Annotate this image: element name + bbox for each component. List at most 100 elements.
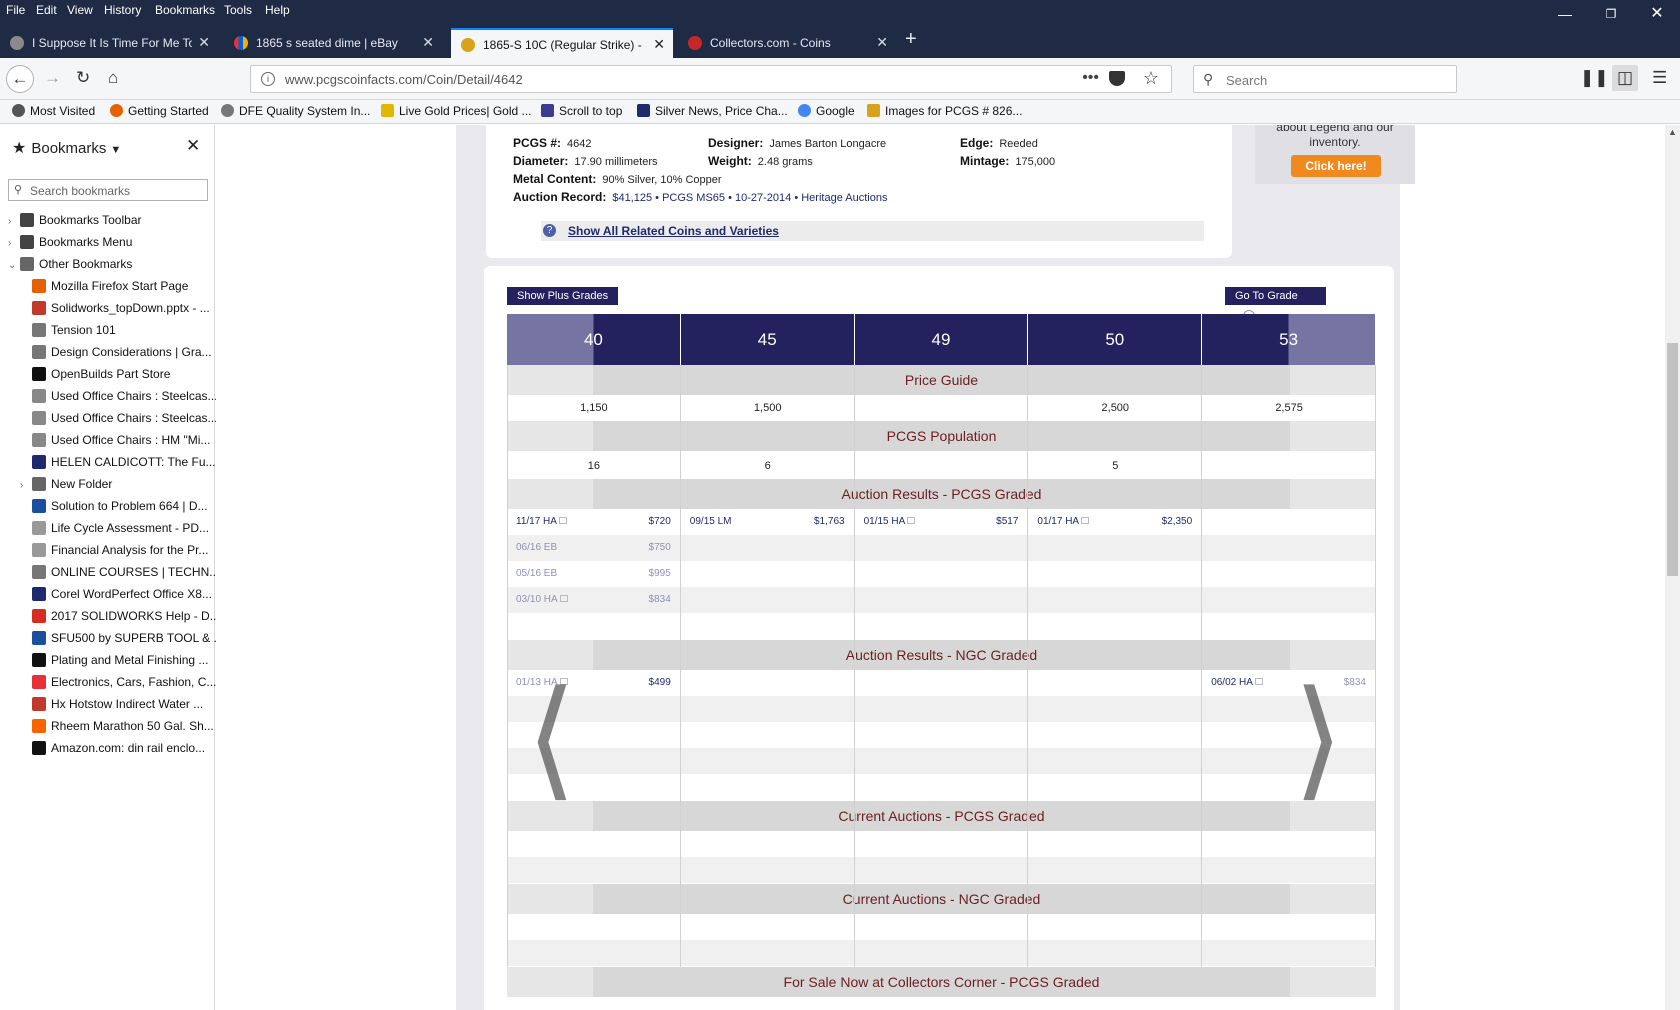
bookmarks-search-input[interactable]: ⚲ Search bookmarks bbox=[8, 179, 208, 201]
bookmark-item[interactable]: Used Office Chairs : Steelcas... bbox=[20, 389, 220, 411]
tab-2[interactable]: 1865 s seated dime | eBay ✕ bbox=[224, 28, 442, 58]
home-icon[interactable]: ⌂ bbox=[108, 68, 118, 88]
bookmark-item[interactable]: Solidworks_topDown.pptx - ... bbox=[20, 301, 220, 323]
pocket-icon[interactable] bbox=[1109, 71, 1125, 86]
population-value[interactable] bbox=[1202, 453, 1376, 479]
population-value[interactable] bbox=[855, 453, 1029, 479]
menu-file[interactable]: File bbox=[6, 3, 25, 17]
bookmark-scroll-to-top[interactable]: Scroll to top bbox=[541, 104, 622, 118]
auction-result-price[interactable]: $517 bbox=[948, 509, 1018, 535]
tab-4[interactable]: Collectors.com - Coins ✕ bbox=[678, 28, 896, 58]
auction-result-date[interactable]: 06/16 EB bbox=[516, 535, 557, 561]
library-icon[interactable]: ❚❚ bbox=[1580, 68, 1609, 88]
url-text[interactable]: www.pcgscoinfacts.com/Coin/Detail/4642 bbox=[285, 72, 523, 87]
menu-bookmarks[interactable]: Bookmarks bbox=[155, 3, 215, 17]
related-coins-link[interactable]: Show All Related Coins and Varieties bbox=[568, 224, 779, 238]
auction-result-price[interactable]: $750 bbox=[601, 535, 671, 561]
scroll-up-icon[interactable]: ▲ bbox=[1668, 127, 1677, 137]
grade-header-45[interactable]: 45 bbox=[680, 314, 854, 365]
bookmark-item[interactable]: Used Office Chairs : Steelcas... bbox=[20, 411, 220, 433]
bookmark-item[interactable]: Corel WordPerfect Office X8... bbox=[20, 587, 220, 609]
auction-result-price[interactable]: $995 bbox=[601, 561, 671, 587]
go-to-grade-dropdown[interactable]: Go To Grade▼ bbox=[1225, 287, 1326, 322]
external-link-icon[interactable] bbox=[558, 517, 567, 524]
bookmark-item[interactable]: Tension 101 bbox=[20, 323, 220, 345]
bookmark-item[interactable]: Solution to Problem 664 | D... bbox=[20, 499, 220, 521]
auction-result-date[interactable]: 05/16 EB bbox=[516, 561, 557, 587]
auction-result-date[interactable]: 01/17 HA bbox=[1037, 509, 1090, 535]
bookmark-item[interactable]: Design Considerations | Gra... bbox=[20, 345, 220, 367]
auction-result-price[interactable]: $499 bbox=[601, 670, 671, 696]
auction-result-date[interactable]: 03/10 HA bbox=[516, 587, 568, 613]
twisty-icon[interactable]: ⌄ bbox=[8, 260, 20, 271]
auction-result-price[interactable]: $1,763 bbox=[775, 509, 845, 535]
menu-view[interactable]: View bbox=[67, 3, 93, 17]
auction-result-date[interactable]: 09/15 LM bbox=[690, 509, 732, 535]
grade-header-50[interactable]: 50 bbox=[1028, 314, 1202, 365]
bookmark-images-pcgs[interactable]: Images for PCGS # 826... bbox=[867, 104, 1022, 118]
grade-header-49[interactable]: 49 bbox=[854, 314, 1028, 365]
external-link-icon[interactable] bbox=[559, 595, 568, 602]
bookmark-item[interactable]: › Bookmarks Toolbar bbox=[8, 213, 208, 235]
new-tab-icon[interactable]: + bbox=[905, 28, 917, 51]
auction-result-date[interactable]: 01/15 HA bbox=[864, 509, 916, 535]
search-bar[interactable]: ⚲ Search bbox=[1193, 65, 1457, 93]
show-plus-grades-button[interactable]: Show Plus Grades bbox=[507, 287, 619, 305]
menu-tools[interactable]: Tools bbox=[224, 3, 252, 17]
bookmark-item[interactable]: Life Cycle Assessment - PD... bbox=[20, 521, 220, 543]
click-here-button[interactable]: Click here! bbox=[1291, 155, 1381, 177]
external-link-icon[interactable] bbox=[1081, 517, 1090, 524]
reload-icon[interactable]: ↻ bbox=[76, 68, 90, 88]
page-actions-icon[interactable]: ••• bbox=[1082, 69, 1099, 87]
bookmark-item[interactable]: Mozilla Firefox Start Page bbox=[20, 279, 220, 301]
forward-icon[interactable]: → bbox=[44, 68, 61, 88]
sidebar-toggle-icon[interactable]: ◫ bbox=[1612, 65, 1638, 91]
scroll-left-arrow-icon[interactable]: ⟨ bbox=[526, 673, 577, 803]
bookmark-item[interactable]: OpenBuilds Part Store bbox=[20, 367, 220, 389]
tab-1[interactable]: I Suppose It Is Time For Me To ✕ bbox=[0, 28, 218, 58]
bookmark-silver-news[interactable]: Silver News, Price Cha... bbox=[637, 104, 788, 118]
bookmark-live-gold[interactable]: Live Gold Prices| Gold ... bbox=[381, 104, 532, 118]
bookmark-item[interactable]: HELEN CALDICOTT: The Fu... bbox=[20, 455, 220, 477]
help-icon[interactable]: ? bbox=[543, 224, 556, 237]
tab-3-active[interactable]: 1865-S 10C (Regular Strike) - PC ✕ bbox=[451, 28, 673, 58]
back-icon[interactable]: ← bbox=[6, 65, 34, 93]
bookmark-item[interactable]: ⌄ Other Bookmarks bbox=[8, 257, 208, 279]
close-sidebar-icon[interactable]: ✕ bbox=[186, 136, 200, 156]
bookmark-item[interactable]: Rheem Marathon 50 Gal. Sh... bbox=[20, 719, 220, 741]
bookmark-item[interactable]: Hx Hotstow Indirect Water ... bbox=[20, 697, 220, 719]
auction-result-price[interactable]: $2,350 bbox=[1122, 509, 1193, 535]
bookmark-item[interactable]: 2017 SOLIDWORKS Help - D... bbox=[20, 609, 220, 631]
bookmark-getting-started[interactable]: Getting Started bbox=[110, 104, 209, 118]
bookmark-item[interactable]: Used Office Chairs : HM "Mi... bbox=[20, 433, 220, 455]
bookmark-item[interactable]: Plating and Metal Finishing ... bbox=[20, 653, 220, 675]
bookmark-item[interactable]: ONLINE COURSES | TECHN... bbox=[20, 565, 220, 587]
menu-help[interactable]: Help bbox=[265, 3, 290, 17]
page-scrollbar[interactable]: ▲ bbox=[1665, 125, 1680, 1010]
hamburger-menu-icon[interactable]: ☰ bbox=[1652, 68, 1667, 88]
close-tab-icon[interactable]: ✕ bbox=[653, 36, 665, 53]
sidebar-header[interactable]: ★ Bookmarks ▼ bbox=[12, 138, 121, 158]
twisty-icon[interactable]: › bbox=[20, 480, 32, 491]
auction-result-price[interactable]: $834 bbox=[601, 587, 671, 613]
auction-result-date[interactable]: 06/02 HA bbox=[1211, 670, 1263, 696]
twisty-icon[interactable]: › bbox=[8, 238, 20, 249]
grade-header-53[interactable]: 53 bbox=[1202, 314, 1375, 365]
external-link-icon[interactable] bbox=[907, 517, 916, 524]
close-tab-icon[interactable]: ✕ bbox=[422, 34, 434, 51]
bookmark-item[interactable]: Financial Analysis for the Pr... bbox=[20, 543, 220, 565]
menu-history[interactable]: History bbox=[104, 3, 141, 17]
population-value[interactable]: 6 bbox=[681, 453, 855, 479]
population-value[interactable]: 16 bbox=[507, 453, 681, 479]
bookmark-star-icon[interactable]: ☆ bbox=[1143, 68, 1159, 89]
bookmark-item[interactable]: › New Folder bbox=[20, 477, 220, 499]
bookmark-item[interactable]: Electronics, Cars, Fashion, C... bbox=[20, 675, 220, 697]
menu-edit[interactable]: Edit bbox=[36, 3, 57, 17]
auction-result-date[interactable]: 11/17 HA bbox=[516, 509, 567, 535]
auction-record-link[interactable]: $41,125 • PCGS MS65 • 10-27-2014 • Herit… bbox=[612, 192, 887, 204]
info-icon[interactable]: i bbox=[261, 72, 275, 86]
twisty-icon[interactable]: › bbox=[8, 216, 20, 227]
scroll-right-arrow-icon[interactable]: ⟩ bbox=[1293, 673, 1344, 803]
close-tab-icon[interactable]: ✕ bbox=[198, 34, 210, 51]
scroll-thumb[interactable] bbox=[1667, 343, 1678, 576]
